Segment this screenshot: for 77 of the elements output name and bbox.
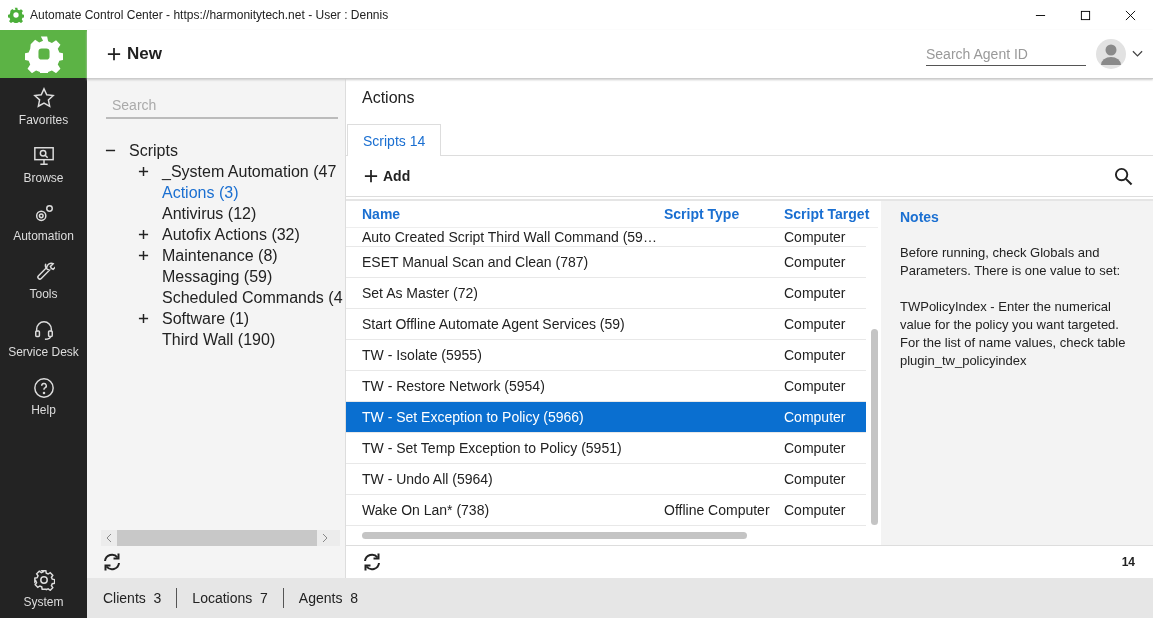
tab[interactable]: Scripts 14: [347, 124, 442, 156]
add-button[interactable]: Add: [362, 166, 413, 186]
gear-icon: [8, 7, 24, 23]
table-cell-text: Start Offline Automate Agent Services (59): [361, 316, 626, 332]
expand-icon[interactable]: [138, 166, 149, 177]
table-cell-text: Computer: [784, 229, 847, 245]
tree-item[interactable]: Actions (3): [162, 183, 239, 202]
table-cell-text: Set As Master (72): [361, 285, 479, 301]
star-icon: [32, 87, 55, 109]
avatar-icon[interactable]: [1096, 39, 1126, 69]
logo-tile[interactable]: [0, 30, 87, 78]
row-count: 14: [1121, 555, 1135, 569]
tree-item[interactable]: _System Automation (47: [162, 162, 337, 181]
status-item[interactable]: Clients 3: [103, 590, 162, 606]
horizontal-scrollbar[interactable]: [101, 530, 340, 546]
table-cell-text: Computer: [784, 254, 847, 270]
tree-item[interactable]: Scripts: [129, 141, 178, 160]
table-cell-text: Computer: [784, 502, 847, 518]
table-row[interactable]: TW - Set Exception to Policy (5966) Computer: [346, 402, 866, 433]
table-cell-text: TW - Restore Network (5954): [361, 378, 546, 394]
table-cell-text: TW - Undo All (5964): [361, 471, 494, 487]
tree-item[interactable]: Maintenance (8): [162, 246, 278, 265]
refresh-icon[interactable]: [102, 552, 122, 572]
settings-icon: [32, 569, 55, 591]
status-item[interactable]: Agents 8: [298, 590, 358, 606]
nav-item[interactable]: Automation: [0, 194, 87, 252]
gear-icon: [24, 35, 63, 73]
nav-item[interactable]: Browse: [0, 136, 87, 194]
nav-item[interactable]: Favorites: [0, 78, 87, 136]
nav-item[interactable]: Help: [0, 368, 87, 426]
table-cell-text: Computer: [784, 347, 847, 363]
headset-icon: [32, 319, 55, 341]
notes-text: TWPolicyIndex - Enter the numerical value for the policy you want targeted. For the list of name values, check table plugin_tw_policyindex: [900, 298, 1127, 370]
table-row[interactable]: Auto Created Script Third Wall Command (59… Computer: [346, 228, 866, 247]
tree-item[interactable]: Antivirus (12): [162, 204, 257, 223]
horizontal-scrollbar[interactable]: [362, 532, 747, 539]
table-cell-text: Auto Created Script Third Wall Command (59…: [361, 229, 658, 245]
expand-icon[interactable]: [138, 250, 149, 261]
column-header[interactable]: Script Target: [784, 206, 878, 222]
new-button[interactable]: New: [105, 40, 164, 68]
panel-title: Actions: [361, 88, 416, 108]
table-cell-text: TW - Isolate (5955): [361, 347, 483, 363]
table-cell-text: Computer: [784, 471, 847, 487]
status-item[interactable]: Locations 7: [192, 590, 268, 606]
nav-item[interactable]: Service Desk: [0, 310, 87, 368]
tree-item[interactable]: Autofix Actions (32): [162, 225, 300, 244]
nav-item[interactable]: System: [0, 560, 87, 618]
tree-item[interactable]: Third Wall (190): [162, 330, 276, 349]
chevron-down-icon[interactable]: [1132, 50, 1143, 58]
refresh-icon[interactable]: [362, 552, 382, 572]
table-cell-text: Wake On Lan* (738): [361, 502, 491, 518]
column-header[interactable]: Script Type: [664, 206, 784, 222]
expand-icon[interactable]: [138, 229, 149, 240]
table-cell-text: TW - Set Exception to Policy (5966): [361, 409, 585, 425]
nav-item[interactable]: Tools: [0, 252, 87, 310]
help-icon: [32, 377, 55, 399]
tree-item[interactable]: Scheduled Commands (4: [162, 288, 343, 307]
table-cell-text: TW - Set Temp Exception to Policy (5951): [361, 440, 623, 456]
tree-item[interactable]: Messaging (59): [162, 267, 273, 286]
column-header[interactable]: Name: [346, 206, 664, 222]
table-cell-text: ESET Manual Scan and Clean (787): [361, 254, 590, 270]
table-cell-text: Computer: [784, 409, 847, 425]
plus-icon: [107, 47, 121, 61]
window-title: Automate Control Center - https://harmonitytech.net - User : Dennis: [30, 8, 389, 22]
table-cell-text: Computer: [784, 440, 847, 456]
plus-icon: [364, 169, 378, 183]
expand-icon[interactable]: [138, 313, 149, 324]
monitor-icon: [32, 145, 55, 167]
table-cell-text: Computer: [784, 316, 847, 332]
notes-title: Notes: [900, 209, 940, 225]
tree-item[interactable]: Software (1): [162, 309, 250, 328]
search-icon[interactable]: [1114, 166, 1133, 186]
table-cell-text: Computer: [784, 285, 847, 301]
notes-text: Before running, check Globals and Parameters. There is one value to set:: [900, 244, 1122, 280]
table-cell-text: Computer: [784, 378, 847, 394]
search-field[interactable]: Search: [106, 93, 338, 119]
table-cell: Offline Computer: [664, 502, 770, 518]
